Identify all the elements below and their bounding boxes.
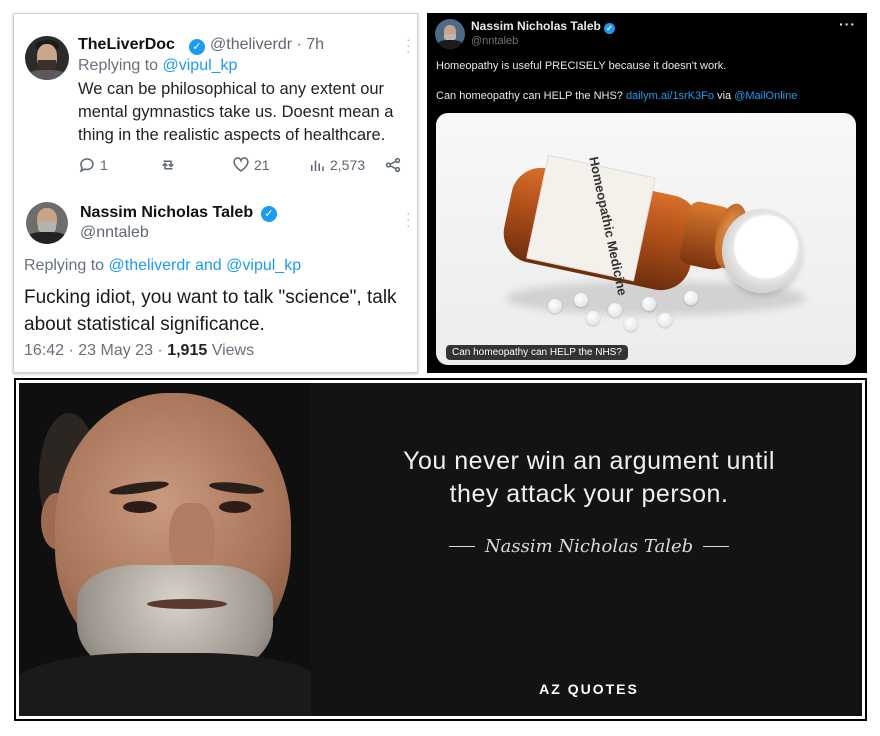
view-count: 1,915: [167, 342, 208, 359]
mention-link[interactable]: @vipul_kp: [163, 57, 238, 74]
more-options-icon[interactable]: ···: [406, 32, 411, 58]
share-icon: [385, 157, 401, 173]
pill: [608, 303, 622, 317]
pill: [642, 297, 656, 311]
avatar[interactable]: [435, 19, 465, 49]
divider: [703, 546, 730, 547]
like-count: 21: [254, 157, 270, 173]
quote-author: Nassim Nicholas Taleb: [311, 536, 862, 557]
pill: [684, 291, 698, 305]
views-button[interactable]: 2,573: [308, 156, 365, 174]
author-handle[interactable]: @theliverdr · 7h: [210, 36, 324, 54]
replying-to: Replying to @vipul_kp: [78, 57, 238, 74]
tweet-time: · 7h: [296, 36, 325, 53]
author-name[interactable]: TheLiverDoc: [78, 36, 175, 54]
heart-icon: [233, 157, 249, 172]
card-caption: Can homeopathy can HELP the NHS?: [446, 345, 628, 360]
dark-tweet-panel: Nassim Nicholas Taleb ✓ @nntaleb ··· Home…: [427, 13, 867, 373]
more-options-icon[interactable]: ···: [839, 16, 856, 32]
pill: [548, 299, 562, 313]
more-options-icon[interactable]: ···: [406, 206, 411, 232]
tweet-text-line: Can homeopathy can HELP the NHS? dailym.…: [436, 90, 798, 102]
analytics-icon: [311, 160, 324, 171]
avatar[interactable]: [25, 36, 69, 80]
tweet-text: Fucking idiot, you want to talk "science…: [24, 287, 397, 335]
tweet-meta: 16:42 · 23 May 23 · 1,915 Views: [24, 342, 255, 359]
reply-icon: [79, 158, 94, 173]
bottle-cap: [722, 209, 802, 293]
pill: [586, 311, 600, 325]
replying-to: Replying to @theliverdr and @vipul_kp: [24, 257, 302, 274]
author-name[interactable]: Nassim Nicholas Taleb ✓: [471, 19, 615, 34]
author-handle[interactable]: @nntaleb: [80, 224, 149, 242]
pill: [658, 313, 672, 327]
divider: [448, 546, 475, 547]
mention-link[interactable]: @vipul_kp: [226, 257, 301, 274]
tweet-text-line: Homeopathy is useful PRECISELY because i…: [436, 60, 727, 72]
verified-icon: ✓: [261, 206, 277, 222]
like-button[interactable]: 21: [232, 156, 270, 174]
verified-icon: ✓: [603, 23, 615, 34]
retweet-button[interactable]: [158, 156, 178, 174]
link-preview-card[interactable]: Homeopathic Medicine Can homeopathy can …: [436, 113, 856, 365]
author-portrait: [19, 383, 311, 716]
tweet-timestamp[interactable]: 16:42 · 23 May 23 ·: [24, 342, 163, 359]
mention-link[interactable]: @MailOnline: [734, 90, 797, 102]
quote-card-panel: You never win an argument until they att…: [14, 378, 867, 721]
quote-text: You never win an argument until they att…: [403, 447, 775, 508]
tweet-text: We can be philosophical to any extent ou…: [78, 80, 394, 144]
tweet-actions: 1 21 2,573: [78, 156, 408, 176]
brand-logo: AZ QUOTES: [539, 681, 639, 697]
article-link[interactable]: dailym.ai/1srK3Fo: [626, 90, 714, 102]
view-count: 2,573: [330, 157, 366, 173]
reply-count: 1: [100, 157, 108, 173]
share-button[interactable]: [384, 156, 402, 174]
pill: [574, 293, 588, 307]
mention-link[interactable]: @theliverdr: [109, 257, 191, 274]
retweet-icon: [162, 160, 174, 170]
reply-button[interactable]: 1: [78, 156, 108, 174]
author-handle[interactable]: @nntaleb: [471, 35, 518, 47]
pill: [624, 317, 638, 331]
author-name[interactable]: Nassim Nicholas Taleb: [80, 204, 253, 222]
avatar[interactable]: [26, 202, 68, 244]
verified-icon: ✓: [189, 39, 205, 55]
tweet-thread-panel: TheLiverDoc ✓ @theliverdr · 7h · · · Reply…: [13, 13, 418, 373]
